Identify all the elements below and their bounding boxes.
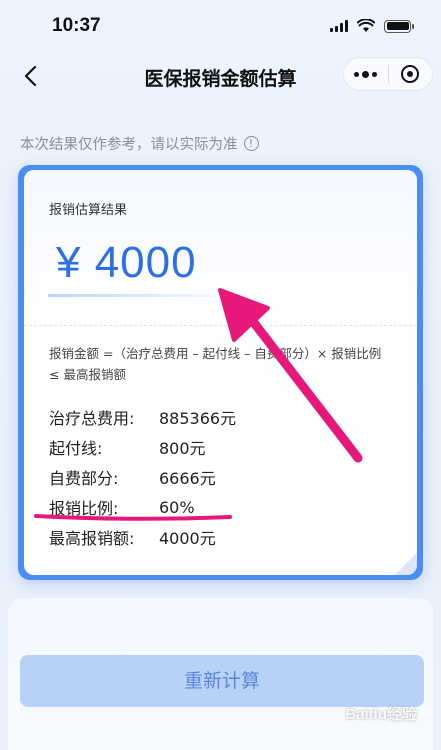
- battery-icon: [384, 19, 414, 33]
- close-button[interactable]: [389, 58, 433, 90]
- disclaimer-notice: 本次结果仅作参考，请以实际为准 !: [20, 133, 259, 154]
- more-button[interactable]: [344, 58, 388, 90]
- mini-program-capsule: [343, 57, 433, 91]
- amount-underline: [48, 294, 218, 297]
- page-fold-decoration: [395, 553, 417, 575]
- signal-icon: [330, 20, 348, 32]
- status-time: 10:37: [52, 15, 101, 36]
- more-dot-icon: [362, 70, 370, 78]
- watermark-logo: Baidu经验: [345, 706, 417, 723]
- card-divider: [24, 325, 417, 326]
- info-icon[interactable]: !: [243, 136, 259, 151]
- recalculate-button[interactable]: 重新计算: [20, 655, 424, 707]
- detail-row: 最高报销额: 4000元: [49, 522, 389, 552]
- detail-list: 治疗总费用: 885366元 起付线: 800元 自费部分: 6666元 报销比…: [49, 402, 389, 552]
- more-dot-icon: [354, 71, 360, 77]
- wifi-icon: [357, 19, 375, 32]
- detail-key: 起付线:: [49, 439, 103, 458]
- target-close-icon: [401, 65, 420, 83]
- nav-bar: 医保报销金额估算: [0, 52, 441, 100]
- result-card: 报销估算结果 ¥ 4000 报销金额 =（治疗总费用 – 起付线 – 自费部分）…: [24, 170, 417, 575]
- detail-key: 自费部分:: [49, 469, 119, 488]
- detail-value: 4000元: [159, 529, 216, 548]
- detail-value: 885366元: [159, 409, 237, 428]
- reimbursement-amount: ¥ 4000: [56, 238, 197, 287]
- disclaimer-text: 本次结果仅作参考，请以实际为准: [20, 137, 238, 153]
- detail-key: 最高报销额:: [49, 529, 135, 548]
- status-bar: 10:37: [0, 0, 441, 52]
- detail-value: 800元: [159, 439, 206, 458]
- detail-row: 报销比例: 60%: [49, 492, 389, 522]
- detail-value: 60%: [159, 497, 195, 517]
- status-icons: [330, 19, 414, 33]
- detail-row: 自费部分: 6666元: [49, 462, 389, 492]
- detail-value: 6666元: [159, 469, 216, 488]
- formula-text: 报销金额 =（治疗总费用 – 起付线 – 自费部分）× 报销比例 ≤ 最高报销额: [49, 346, 382, 382]
- more-dot-icon: [372, 71, 378, 77]
- detail-key: 治疗总费用:: [49, 409, 135, 428]
- detail-row: 治疗总费用: 885366元: [49, 402, 389, 432]
- result-label: 报销估算结果: [49, 203, 128, 218]
- detail-key: 报销比例:: [49, 499, 119, 518]
- detail-row: 起付线: 800元: [49, 432, 389, 462]
